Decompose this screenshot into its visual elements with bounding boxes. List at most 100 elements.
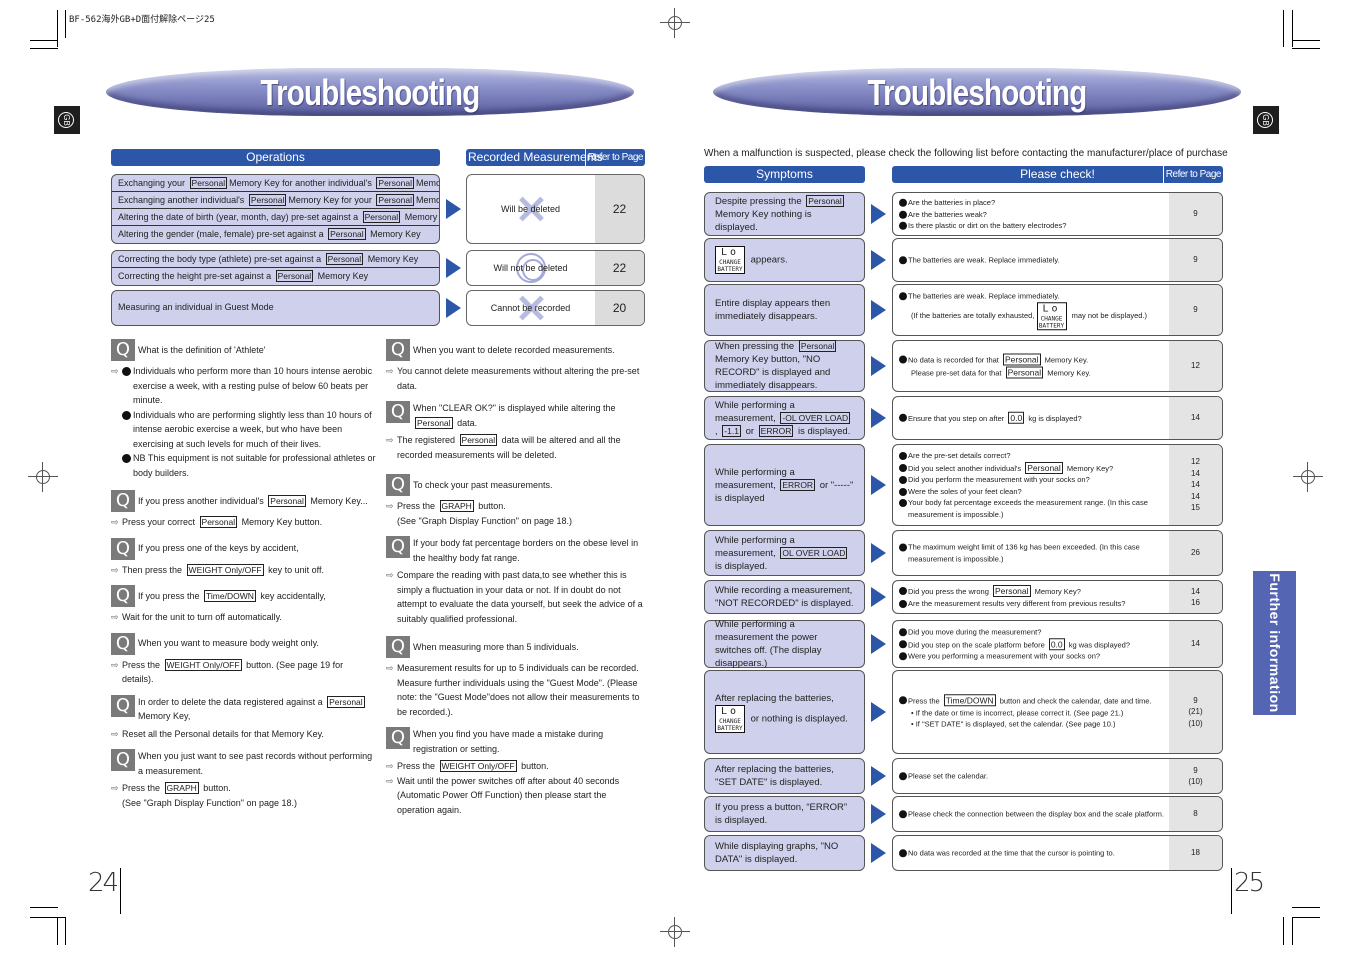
check-list: Are the batteries in place? Are the batte… [899,197,1166,232]
qa-item: Q In order to delete the data registered … [111,694,376,742]
language-tab: GB [54,106,80,134]
check-item: The maximum weight limit of 136 kg has b… [899,542,1166,565]
symptom-box: While performing a measurement, -OL OVER… [704,396,865,440]
check-item: Are the batteries in place? [899,197,1166,209]
symptom-text: While performing a measurement, ERROR or… [715,466,854,505]
check-list: Please check the connection between the … [899,808,1166,820]
text-segment: (See "Graph Display Function" on page 18… [122,797,297,808]
side-tab-label: Further information [1266,573,1283,713]
refer-page-number: 14 [1191,491,1200,501]
key-personal-label: Personal [376,177,414,189]
question: Q If you press one of the keys by acciden… [111,537,376,560]
key-error-label: ERROR [758,424,794,437]
check-box: Did you press the wrong Personal Memory … [892,580,1223,614]
text-segment: Are the measurement results very differe… [908,598,1126,608]
answer-row: ⇨ Press the GRAPH button. [386,499,644,514]
answer-arrow-icon: ⇨ [386,366,394,376]
text-segment: When you find you have made a mistake du… [413,729,604,754]
question: Q When you want to measure body weight on… [111,632,376,655]
question-text: When you want to measure body weight onl… [138,636,319,651]
key-weight-only-off-label: WEIGHT Only/OFF [439,760,517,772]
refer-pages: 14 [1169,397,1222,439]
text-segment: Did you press the wrong [908,587,991,596]
answer-row: ⇨ Wait until the power switches off after… [386,774,644,818]
text-segment: In order to delete the data registered a… [138,696,326,707]
text-segment: Were you performing a measurement with y… [908,651,1101,661]
please-check-label: Please check! [1020,167,1095,181]
q-badge-icon: Q [386,636,410,658]
text-segment: When you just want to see past records w… [138,751,373,776]
answer-arrow-icon: ⇨ [111,517,119,527]
q-badge-icon: Q [111,694,135,717]
symptom-text: Entire display appears then immediately … [715,297,854,323]
symptoms-header: Symptoms [704,166,865,183]
refer-page-number: 14 [1191,480,1200,490]
q-badge-icon: Q [386,474,410,496]
question: Q When you find you have made a mistake d… [386,727,644,756]
text-segment: If you press another individual's [138,495,267,506]
refer-to-page-header: Refer to Page [584,149,645,166]
answer-arrow-icon: ⇨ [111,366,119,376]
answer-row: (See "Graph Display Function" on page 18… [111,796,376,811]
key-time-down-label: Time/DOWN [204,589,256,602]
key-personal-label: Personal [376,194,414,206]
text-segment: The batteries are weak. Replace immediat… [908,255,1060,265]
further-information-tab[interactable]: Further information [1253,571,1296,715]
text-segment: After replacing the batteries, [715,692,834,704]
symptom-box: After replacing the batteries, Lo CHANGE B… [704,670,865,754]
operations-header: Operations [111,149,440,166]
qa-item: Q If you press one of the keys by acciden… [111,537,376,578]
text-segment: If "SET DATE" is displayed, set the cale… [915,719,1116,729]
lcd-change-battery-icon: Lo CHANGE BATTERY [1036,301,1067,330]
check-item: • If "SET DATE" is displayed, set the ca… [899,718,1166,730]
text-segment: Correcting the body type (athlete) pre-s… [118,254,324,264]
symptom-text: While recording a measurement, "NOT RECO… [715,584,854,610]
question-text: When you want to delete recorded measure… [413,343,615,358]
crop-mark [30,40,58,41]
operations-group: Correcting the body type (athlete) pre-s… [111,250,440,286]
text-segment: Measuring an individual in Guest Mode [118,302,274,312]
result-text: Cannot be recorded [490,303,571,313]
refer-page-number: 14 [1191,468,1200,478]
question: Q If you press another individual's Perso… [111,490,376,512]
refer-pages: 9 (21) (10) [1169,671,1222,753]
refer-page-number: 12 [1191,361,1200,371]
crop-mark [1292,10,1293,47]
refer-pages: 8 [1169,797,1222,831]
page-number-rule [1231,868,1232,914]
arrow-right-icon [446,258,461,278]
text-segment: Ensure that you step on after [908,413,1007,423]
text-segment: Please pre-set data for that [911,368,1004,377]
qa-item: Q If you press the Time/DOWN key accident… [111,585,376,625]
check-list: Ensure that you step on after 0.0 kg is … [899,411,1166,425]
answer-row: NB This equipment is not suitable for pr… [111,451,376,480]
qa-item: Q When you want to delete recorded measur… [386,339,644,393]
symptom-box: Lo CHANGE BATTERY appears. [704,238,865,282]
text-segment: Wait until the power switches off after … [397,775,620,815]
check-list: No data is recorded for that Personal Me… [899,353,1166,379]
lcd-change-battery-icon: Lo CHANGE BATTERY [715,704,745,733]
operation-row: Exchanging another individual's Personal… [112,192,439,209]
key-weight-only-off-label: WEIGHT Only/OFF [164,658,242,671]
refer-pages: 9 [1169,239,1222,281]
text-segment: is displayed. [795,425,851,437]
answer-arrow-icon: ⇨ [386,761,394,771]
answer-row: ⇨ Press the WEIGHT Only/OFF button. [386,759,644,774]
text-segment: Correcting the height pre-set against a [118,271,274,281]
key-weight-only-off-label: WEIGHT Only/OFF [186,563,264,576]
check-item: Were the soles of your feet clean? [899,486,1166,498]
operations-group: Exchanging your Personal Memory Key for a… [111,174,440,244]
text-segment: Memory Key for another individual's [229,178,375,188]
check-item: Please set the calendar. [899,770,1166,782]
answer-row: ⇨ Then press the WEIGHT Only/OFF key to u… [111,563,376,578]
lcd-line1: CHANGE [719,259,741,266]
intro-text: When a malfunction is suspected, please … [704,148,1228,159]
text-segment: Memory Key nothing is displayed. [715,208,812,233]
language-tab: GB [1253,106,1279,134]
refer-pages: 9 [1169,285,1222,335]
check-item: Did you select another individual's Pers… [899,461,1166,475]
check-box: Are the batteries in place? Are the batte… [892,192,1223,236]
check-item: Please pre-set data for that Personal Me… [899,366,1166,379]
text-segment: Press the [397,501,438,511]
crop-mark [65,917,66,945]
